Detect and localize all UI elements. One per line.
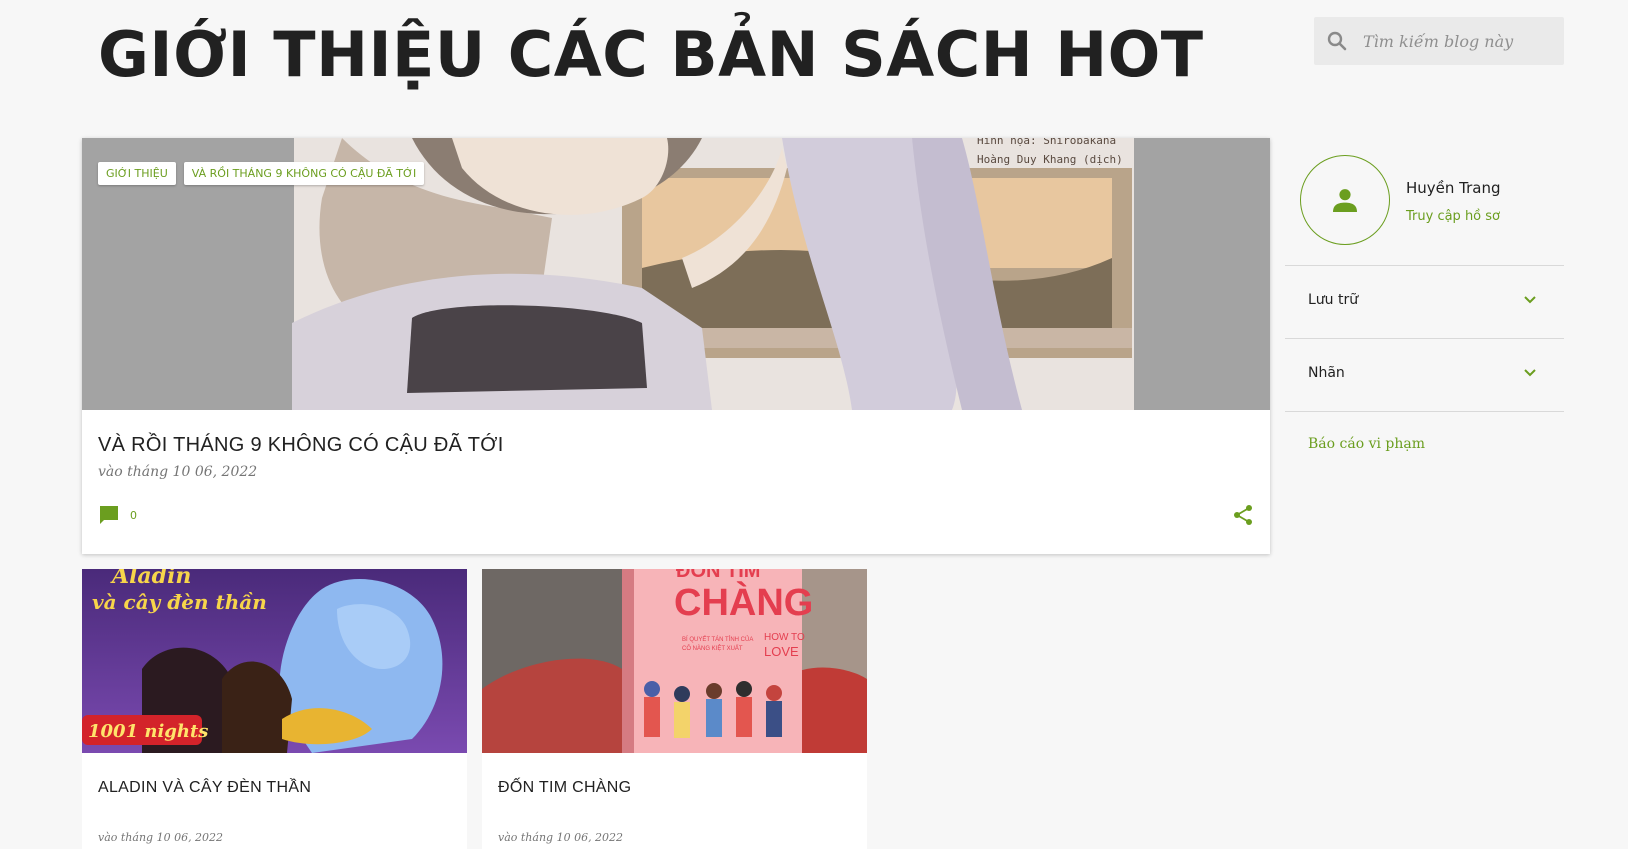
image-text: HOW TO xyxy=(764,632,805,643)
sidebar-divider xyxy=(1285,338,1564,339)
post-card-title[interactable]: ALADIN VÀ CÂY ĐÈN THẦN xyxy=(98,779,311,797)
post-card-title[interactable]: ĐỐN TIM CHÀNG xyxy=(498,779,631,797)
image-caption-line-2: Hoàng Duy Khang (dịch) xyxy=(977,153,1123,166)
comment-count[interactable]: 0 xyxy=(130,509,137,522)
image-text: CÔ NÀNG KIỆT XUẤT xyxy=(682,644,743,652)
post-date: vào tháng 10 06, 2022 xyxy=(98,464,258,480)
featured-post: Hình họa: Shirobakaha Hoàng Duy Khang (d… xyxy=(82,138,1270,554)
chevron-down-icon[interactable] xyxy=(1522,292,1538,308)
image-text: 1001 nights xyxy=(88,721,208,742)
search-input[interactable] xyxy=(1361,30,1555,52)
sidebar-section-label: Lưu trữ xyxy=(1308,292,1359,308)
post-date: vào tháng 10 06, 2022 xyxy=(498,831,624,844)
sidebar-divider xyxy=(1285,411,1564,412)
label-chip[interactable]: GIỚI THIỆU xyxy=(98,162,176,185)
search-box[interactable] xyxy=(1314,17,1564,65)
chevron-down-icon[interactable] xyxy=(1522,365,1538,381)
share-icon[interactable] xyxy=(1232,504,1254,526)
sidebar-section-label: Nhãn xyxy=(1308,365,1345,381)
image-text: Aladin xyxy=(110,569,191,589)
featured-post-title[interactable]: VÀ RỒI THÁNG 9 KHÔNG CÓ CẬU ĐÃ TỚI xyxy=(98,434,504,457)
avatar[interactable] xyxy=(1300,155,1390,245)
post-card-image[interactable]: Aladin và cây đèn thần 1001 nights xyxy=(82,569,467,753)
post-card: ĐỐN TIM CHÀNG BÍ QUYẾT TÁN TỈNH CỦA CÔ N… xyxy=(482,569,867,849)
sidebar-archive-toggle[interactable]: Lưu trữ xyxy=(1308,292,1538,308)
image-caption-line-1: Hình họa: Shirobakaha xyxy=(977,138,1116,147)
visit-profile-link[interactable]: Truy cập hồ sơ xyxy=(1406,209,1500,224)
search-icon[interactable] xyxy=(1325,29,1349,53)
post-card-image[interactable]: ĐỐN TIM CHÀNG BÍ QUYẾT TÁN TỈNH CỦA CÔ N… xyxy=(482,569,867,753)
share-button[interactable] xyxy=(1232,504,1254,530)
profile-name[interactable]: Huyền Trang xyxy=(1406,179,1501,197)
comments-link[interactable]: 0 xyxy=(98,504,137,526)
image-text: ĐỐN TIM xyxy=(676,569,760,582)
person-icon xyxy=(1333,189,1357,212)
sidebar-labels-toggle[interactable]: Nhãn xyxy=(1308,365,1538,381)
post-labels: GIỚI THIỆU VÀ RỒI THÁNG 9 KHÔNG CÓ CẬU Đ… xyxy=(98,162,425,185)
image-text: CHÀNG xyxy=(674,580,813,624)
image-text: BÍ QUYẾT TÁN TỈNH CỦA xyxy=(682,636,753,643)
image-text: và cây đèn thần xyxy=(92,590,267,614)
label-chip[interactable]: VÀ RỒI THÁNG 9 KHÔNG CÓ CẬU ĐÃ TỚI xyxy=(183,162,425,185)
report-abuse-link[interactable]: Báo cáo vi phạm xyxy=(1308,436,1425,452)
blog-title[interactable]: GIỚI THIỆU CÁC BẢN SÁCH HOT xyxy=(98,18,1204,91)
post-card: Aladin và cây đèn thần 1001 nights ALADI… xyxy=(82,569,467,849)
sidebar-divider xyxy=(1285,265,1564,266)
image-text: LOVE xyxy=(764,644,799,659)
post-date: vào tháng 10 06, 2022 xyxy=(98,831,224,844)
comment-icon[interactable] xyxy=(98,504,120,526)
